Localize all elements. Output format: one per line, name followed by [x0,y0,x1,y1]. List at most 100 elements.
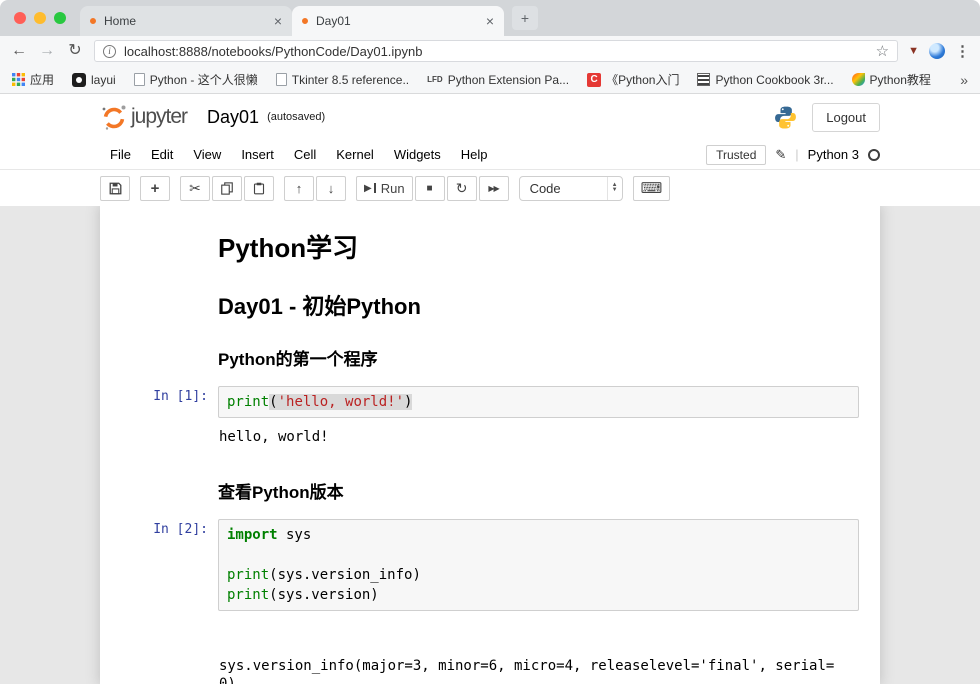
move-cell-down-button[interactable]: ↓ [316,176,346,201]
bookmark-label: 应用 [30,71,54,88]
close-tab-icon[interactable]: × [274,14,282,28]
page-info-icon[interactable]: i [103,45,116,58]
jupyter-header: jupyter Day01 (autosaved) Logout [0,94,980,140]
step-bar-icon [374,183,376,193]
code-cell-1[interactable]: In [1]: print('hello, world!') hello, wo… [114,380,866,466]
menu-view[interactable]: View [183,143,231,166]
save-icon [109,182,122,195]
notebook-menubar: File Edit View Insert Cell Kernel Widget… [0,140,980,170]
lfd-icon: LFD [427,75,443,84]
tab-day01[interactable]: Day01 × [292,6,504,36]
feather-icon [852,73,865,86]
close-window-button[interactable] [14,12,26,24]
new-tab-button[interactable]: + [512,6,538,30]
prompt-spacer [120,472,218,507]
layui-icon [72,73,86,87]
cut-cell-button[interactable]: ✂ [180,176,210,201]
prompt-spacer [120,283,218,327]
markdown-cell-h2[interactable]: Day01 - 初始Python [114,277,866,333]
code-cell-2[interactable]: In [2]: import sys print(sys.version_inf… [114,513,866,684]
notebook-scroll-area[interactable]: Python学习 Day01 - 初始Python Python的第一个程序 I… [0,206,980,684]
address-bar: ← → ↻ i localhost:8888/notebooks/PythonC… [0,36,980,66]
bookmarks-bar: 应用 layui Python - 这个人很懒 Tkinter 8.5 refe… [0,66,980,94]
heading-check-version: 查看Python版本 [218,478,859,503]
move-cell-up-button[interactable]: ↑ [284,176,314,201]
bookmark-tkinter-reference[interactable]: Tkinter 8.5 reference.. [276,73,409,87]
selected-text: ('hello, world!') [269,394,412,410]
logout-button[interactable]: Logout [812,103,880,132]
bookmark-python-tutorial[interactable]: Python教程 [852,71,931,88]
input-prompt: In [2]: [120,519,218,611]
copy-cell-button[interactable] [212,176,242,201]
tab-title: Home [104,14,266,28]
tab-home[interactable]: Home × [80,6,292,36]
menu-file[interactable]: File [100,143,141,166]
close-tab-icon[interactable]: × [486,14,494,28]
jupyter-favicon-icon [90,18,96,24]
omnibox[interactable]: i localhost:8888/notebooks/PythonCode/Da… [94,40,898,62]
checkpoint-status: (autosaved) [267,111,325,123]
page-icon [276,73,287,86]
markdown-cell-h3b[interactable]: 查看Python版本 [114,466,866,513]
bookmark-python-intro[interactable]: C 《Python入门 [587,71,679,88]
restart-run-all-button[interactable]: ▶▶ [479,176,509,201]
bookmark-python-cookbook[interactable]: Python Cookbook 3r... [697,73,833,87]
cell-type-dropdown[interactable]: Code ▲▼ [519,176,623,201]
code-input-area[interactable]: import sys print(sys.version_info) print… [218,519,859,611]
plus-icon: + [151,180,160,197]
run-cell-button[interactable]: ▶ Run [356,176,413,201]
add-cell-button[interactable]: + [140,176,170,201]
bookmarks-overflow-icon[interactable]: » [960,72,968,88]
heading-day01: Day01 - 初始Python [218,289,859,321]
bookmark-apps[interactable]: 应用 [12,71,54,88]
cell-output: hello, world! [218,422,859,452]
menu-widgets[interactable]: Widgets [384,143,451,166]
kernel-idle-indicator-icon [868,149,880,161]
interrupt-kernel-button[interactable]: ■ [415,176,445,201]
command-palette-button[interactable]: ⌨ [633,176,671,201]
bookmark-label: Tkinter 8.5 reference.. [292,73,409,87]
extension-icon[interactable]: ▼ [908,45,919,57]
menu-kernel[interactable]: Kernel [326,143,384,166]
markdown-cell-h1[interactable]: Python学习 [114,218,866,277]
save-button[interactable] [100,176,130,201]
arrow-up-icon: ↑ [296,181,303,196]
notebook-toolbar: + ✂ ↑ ↓ ▶ Run ■ ↻ [0,170,980,206]
menu-help[interactable]: Help [451,143,498,166]
minimize-window-button[interactable] [34,12,46,24]
browser-menu-icon[interactable]: ⋮ [955,42,970,60]
kernel-name: Python 3 [808,147,859,162]
bookmark-label: 《Python入门 [606,71,679,88]
jupyter-logo-text: jupyter [131,105,187,129]
browser-window: Home × Day01 × + ← → ↻ i localhost:8888/… [0,0,980,684]
zoom-window-button[interactable] [54,12,66,24]
traffic-lights [14,12,66,24]
extension-globe-icon[interactable] [929,43,945,59]
output-prompt-spacer [120,615,218,684]
back-icon[interactable]: ← [10,43,28,59]
bookmark-python-extension[interactable]: LFD Python Extension Pa... [427,73,569,87]
restart-kernel-button[interactable]: ↻ [447,176,477,201]
bookmark-star-icon[interactable]: ☆ [876,42,889,60]
stop-icon: ■ [427,183,433,194]
restart-icon: ↻ [456,180,468,197]
bookmark-layui[interactable]: layui [72,73,116,87]
bookmark-python-blog[interactable]: Python - 这个人很懒 [134,71,258,88]
url-text[interactable]: localhost:8888/notebooks/PythonCode/Day0… [124,44,868,59]
prompt-spacer [120,339,218,374]
apps-grid-icon [12,73,25,86]
notebook-title[interactable]: Day01 [207,107,259,128]
prompt-spacer [120,224,218,271]
menu-edit[interactable]: Edit [141,143,183,166]
code-input-area[interactable]: print('hello, world!') [218,386,859,418]
page-icon [134,73,145,86]
cell-output: sys.version_info(major=3, minor=6, micro… [218,615,859,684]
menu-cell[interactable]: Cell [284,143,326,166]
markdown-cell-h3a[interactable]: Python的第一个程序 [114,333,866,380]
reload-icon[interactable]: ↻ [66,43,84,59]
plus-icon: + [521,10,529,26]
forward-icon[interactable]: → [38,43,56,59]
menu-insert[interactable]: Insert [231,143,284,166]
jupyter-logo[interactable]: jupyter [100,103,187,131]
paste-cell-button[interactable] [244,176,274,201]
